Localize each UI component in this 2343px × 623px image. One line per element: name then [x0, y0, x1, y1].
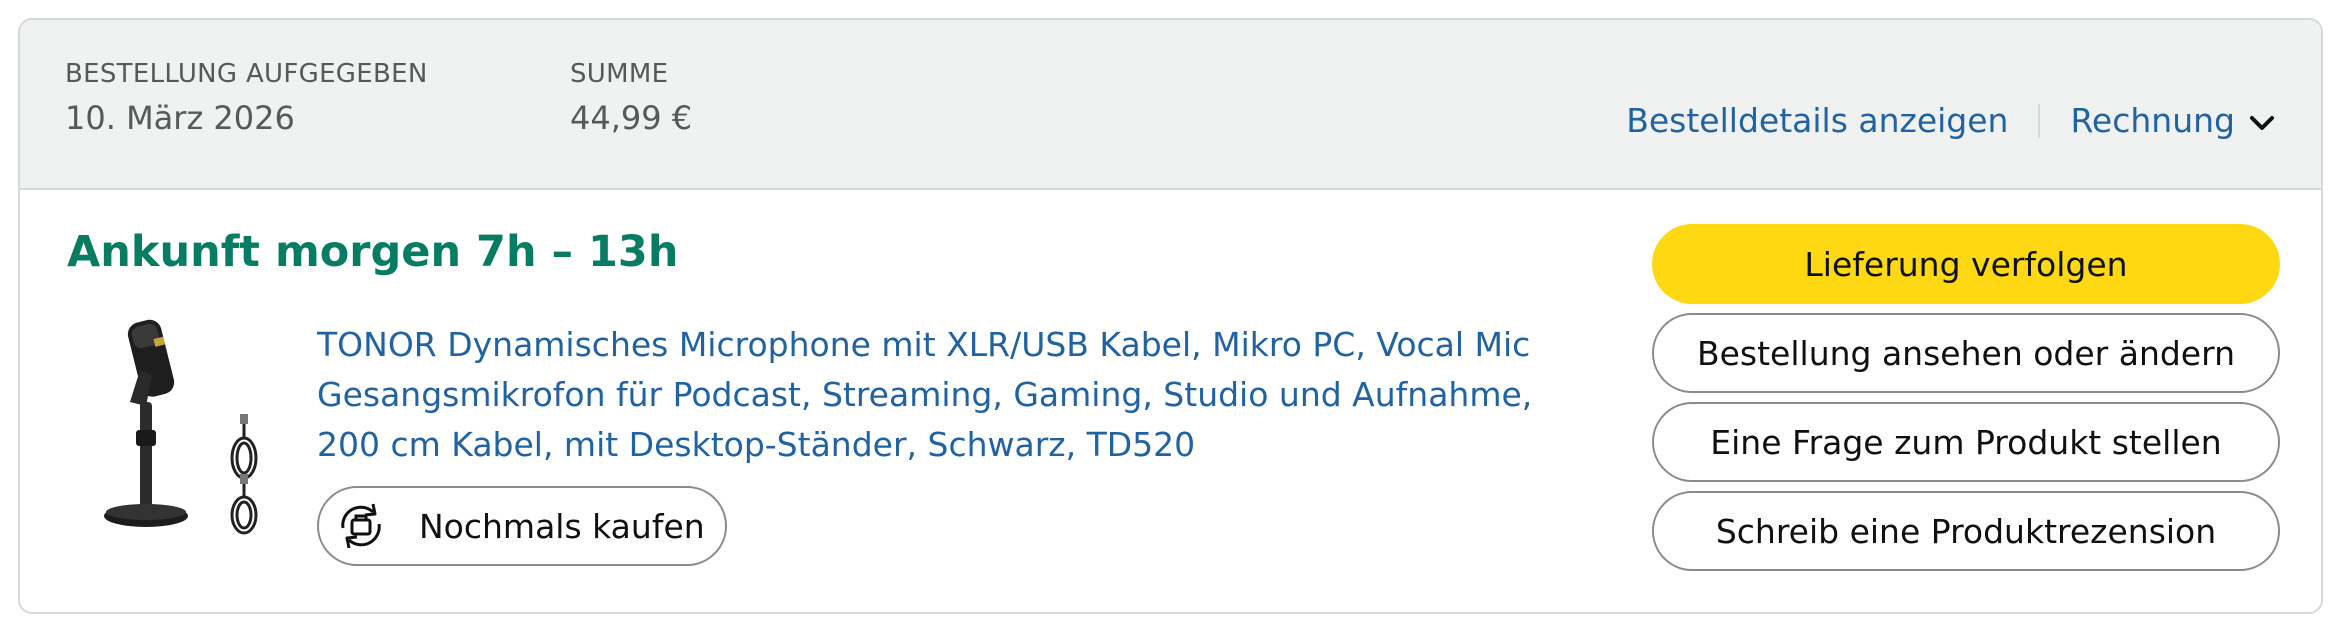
arrival-status: Ankunft morgen 7h – 13h — [67, 227, 679, 277]
rebuy-cart-icon — [341, 503, 381, 549]
chevron-down-icon[interactable] — [2247, 108, 2277, 138]
cable-graphic — [230, 414, 258, 535]
order-placed-label: BESTELLUNG AUFGEGEBEN — [65, 59, 428, 89]
invoice-dropdown[interactable]: Rechnung — [2070, 99, 2277, 143]
ask-product-question-button[interactable]: Eine Frage zum Produkt stellen — [1652, 402, 2280, 482]
order-body: Ankunft morgen 7h – 13h TONOR Dynamische… — [20, 190, 2321, 612]
order-date: 10. März 2026 — [65, 99, 295, 137]
write-review-button[interactable]: Schreib eine Produktrezension — [1652, 491, 2280, 571]
order-total-block: SUMME 44,99 € — [570, 58, 692, 140]
buy-again-button[interactable]: Nochmals kaufen — [317, 486, 727, 566]
track-package-button[interactable]: Lieferung verfolgen — [1652, 224, 2280, 304]
microphone-graphic — [104, 319, 188, 527]
order-total-value: 44,99 € — [570, 99, 693, 137]
view-edit-order-button[interactable]: Bestellung ansehen oder ändern — [1652, 313, 2280, 393]
order-placed-block: BESTELLUNG AUFGEGEBEN 10. März 2026 — [65, 58, 428, 140]
product-image[interactable] — [92, 310, 302, 540]
invoice-link[interactable]: Rechnung — [2070, 101, 2235, 140]
link-divider — [2038, 104, 2041, 138]
order-header-links: Bestelldetails anzeigen Rechnung — [1626, 99, 2277, 143]
buy-again-label: Nochmals kaufen — [419, 506, 705, 546]
order-header: BESTELLUNG AUFGEGEBEN 10. März 2026 SUMM… — [20, 20, 2321, 190]
order-actions: Lieferung verfolgen Bestellung ansehen o… — [1652, 224, 2280, 580]
order-total-label: SUMME — [570, 59, 669, 89]
order-details-link[interactable]: Bestelldetails anzeigen — [1626, 99, 2008, 143]
product-title-link[interactable]: TONOR Dynamisches Microphone mit XLR/USB… — [317, 320, 1597, 470]
order-card: BESTELLUNG AUFGEGEBEN 10. März 2026 SUMM… — [18, 18, 2323, 614]
